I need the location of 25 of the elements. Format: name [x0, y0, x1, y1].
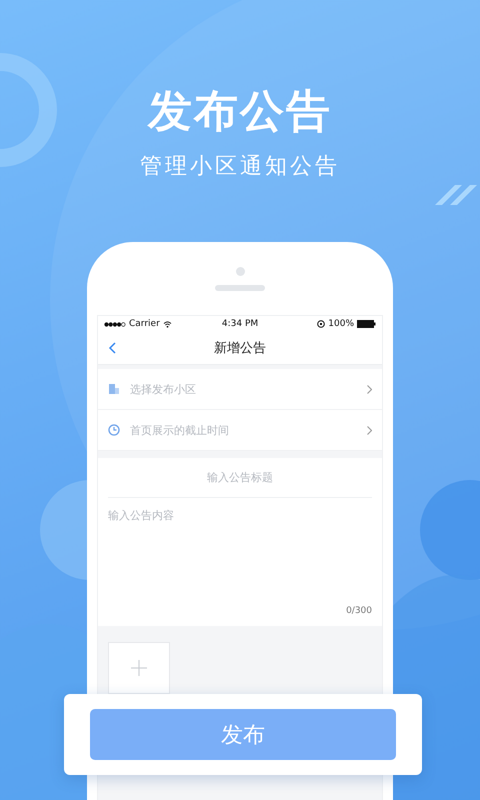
battery-icon [357, 320, 376, 328]
list-row[interactable]: 首页展示的截止时间 [98, 410, 382, 451]
subtitle: 管理小区通知公告 [140, 156, 340, 178]
plus-icon [131, 660, 147, 676]
status-time: 4:34 PM [222, 319, 258, 329]
chevron-icon [367, 384, 372, 394]
nav-title: 新增公告 [214, 340, 266, 357]
clock-icon [108, 424, 120, 436]
building-icon [108, 383, 120, 395]
headline: 发布公告 [148, 90, 332, 134]
signal-icon [104, 322, 126, 326]
battery-percent: 100% [328, 319, 354, 329]
title-field[interactable]: 输入公告标题 [98, 458, 382, 498]
speaker-slot [215, 285, 265, 291]
camera-dot [236, 267, 244, 276]
row-label: 首页展示的截止时间 [130, 422, 230, 438]
back-icon[interactable] [108, 342, 116, 354]
chevron-icon [367, 426, 372, 434]
list-row[interactable]: 选择发布小区 [98, 369, 382, 410]
publish-button[interactable]: 发布 [90, 709, 396, 760]
row-label: 选择发布小区 [130, 382, 197, 396]
wifi-icon [162, 320, 172, 328]
carrier-label: Carrier [129, 319, 160, 329]
stripes-drawing [435, 185, 477, 205]
char-counter: 0/300 [346, 606, 372, 616]
